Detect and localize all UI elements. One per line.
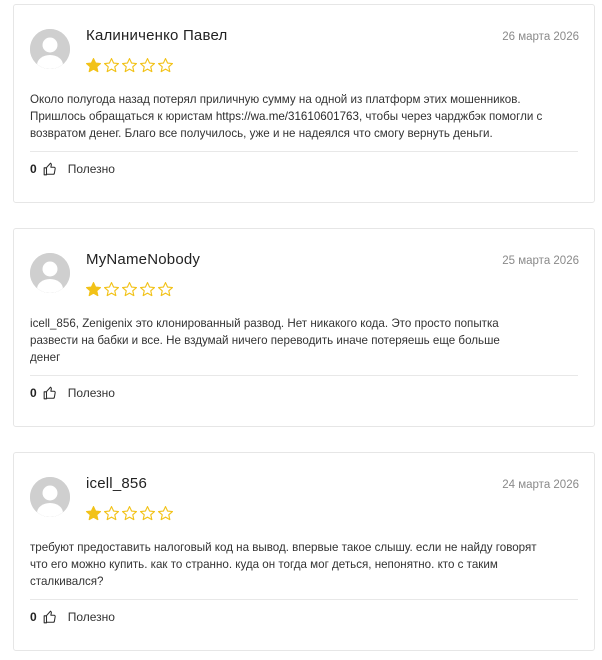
- thumbs-up-icon[interactable]: [43, 386, 57, 400]
- user-placeholder-icon: [30, 253, 70, 293]
- user-placeholder-icon: [30, 477, 70, 517]
- star-empty-icon: [157, 505, 174, 521]
- star-empty-icon: [157, 281, 174, 297]
- star-empty-icon: [139, 57, 156, 73]
- review-footer: 0 Полезно: [30, 610, 115, 624]
- review-text: Около полугода назад потерял приличную с…: [30, 91, 578, 142]
- star-filled-icon: [85, 57, 102, 73]
- like-count: 0: [30, 386, 37, 400]
- avatar: [30, 253, 70, 293]
- divider: [30, 151, 578, 152]
- like-count: 0: [30, 162, 37, 176]
- rating-stars: [85, 281, 174, 298]
- review-author[interactable]: icell_856: [86, 475, 147, 492]
- avatar: [30, 29, 70, 69]
- star-empty-icon: [121, 281, 138, 297]
- review-card: icell_856 24 марта 2026 требуют предоста…: [13, 452, 595, 651]
- thumbs-up-icon[interactable]: [43, 162, 57, 176]
- star-filled-icon: [85, 281, 102, 297]
- star-empty-icon: [121, 505, 138, 521]
- helpful-button[interactable]: Полезно: [68, 386, 115, 400]
- review-text-part: icell_856, Zenigenix это клонированный р…: [30, 317, 500, 364]
- review-author[interactable]: MyNameNobody: [86, 251, 200, 268]
- star-empty-icon: [103, 57, 120, 73]
- star-empty-icon: [103, 281, 120, 297]
- review-card: MyNameNobody 25 марта 2026 icell_856, Ze…: [13, 228, 595, 427]
- helpful-button[interactable]: Полезно: [68, 162, 115, 176]
- star-empty-icon: [139, 281, 156, 297]
- review-text: icell_856, Zenigenix это клонированный р…: [30, 315, 578, 366]
- avatar: [30, 477, 70, 517]
- review-text: требуют предоставить налоговый код на вы…: [30, 539, 578, 590]
- review-card: Калиниченко Павел 26 марта 2026 Около по…: [13, 4, 595, 203]
- divider: [30, 599, 578, 600]
- review-author[interactable]: Калиниченко Павел: [86, 27, 227, 44]
- star-filled-icon: [85, 505, 102, 521]
- review-date: 26 марта 2026: [502, 31, 579, 43]
- star-empty-icon: [157, 57, 174, 73]
- thumbs-up-icon[interactable]: [43, 610, 57, 624]
- star-empty-icon: [103, 505, 120, 521]
- review-footer: 0 Полезно: [30, 162, 115, 176]
- review-date: 24 марта 2026: [502, 479, 579, 491]
- star-empty-icon: [121, 57, 138, 73]
- review-link[interactable]: https://wa.me/31610601763: [216, 110, 359, 123]
- rating-stars: [85, 505, 174, 522]
- divider: [30, 375, 578, 376]
- user-placeholder-icon: [30, 29, 70, 69]
- like-count: 0: [30, 610, 37, 624]
- review-text-part: требуют предоставить налоговый код на вы…: [30, 541, 537, 588]
- review-date: 25 марта 2026: [502, 255, 579, 267]
- review-footer: 0 Полезно: [30, 386, 115, 400]
- star-empty-icon: [139, 505, 156, 521]
- helpful-button[interactable]: Полезно: [68, 610, 115, 624]
- rating-stars: [85, 57, 174, 74]
